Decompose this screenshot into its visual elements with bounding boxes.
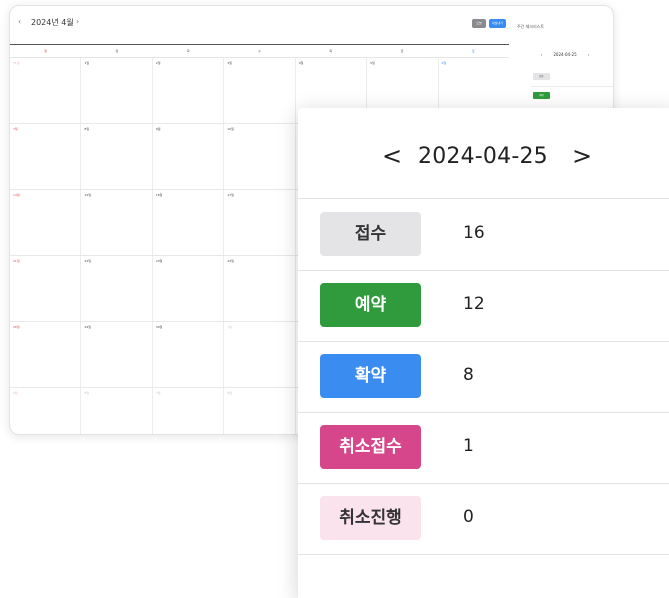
calendar-day-cell[interactable]: 9일 [153,124,225,189]
weekday-sat: 토 [471,49,475,53]
today-button[interactable]: 오늘 [472,19,486,28]
current-date: 2024-04-25 [418,144,548,169]
export-button[interactable]: 내보내기 [489,19,506,28]
status-row: 취소접수 1 [298,412,669,484]
status-badge[interactable]: 예약 [320,283,421,327]
status-badge[interactable]: 확약 [320,354,421,398]
calendar-day-cell[interactable]: 1일 [224,322,296,387]
weekday-header: 일 월 화 수 목 금 토 [10,44,509,58]
mini-chip-received: 접수 [533,73,550,80]
mini-date: 2024-04-25 [553,52,577,57]
weekday-sun: 일 [44,49,48,53]
calendar-day-cell[interactable]: 15일 [81,190,153,255]
calendar-day-cell[interactable]: 3일 [224,58,296,123]
calendar-day-cell[interactable]: 2일 [153,58,225,123]
calendar-day-cell[interactable]: 16일 [153,190,225,255]
calendar-day-cell[interactable]: 24일 [224,256,296,321]
calendar-day-cell[interactable]: 14일 [10,190,82,255]
calendar-day-cell[interactable]: 5일 [10,388,82,434]
mini-prev-icon[interactable]: ‹ [540,52,542,57]
calendar-day-cell[interactable]: 30일 [153,322,225,387]
prev-month-icon[interactable]: ‹ [18,17,21,26]
status-summary-panel: < 2024-04-25 > 접수 16 예약 12 확약 8 취소접수 1 취소진행 0 [298,108,669,598]
calendar-header: ‹ 2024년 4월 › 오늘 내보내기 주간 체크리스트 [10,6,613,38]
calendar-day-cell[interactable]: 1일 [81,58,153,123]
calendar-day-cell[interactable]: 6일 [81,388,153,434]
mini-divider [531,86,613,87]
side-panel-title: 주간 체크리스트 [517,24,545,29]
status-badge[interactable]: 취소접수 [320,425,421,469]
weekday-tue: 화 [186,49,190,53]
mini-chip-reserved: 예약 [533,92,550,99]
status-row: 예약 12 [298,270,669,342]
month-label: 2024년 4월 [31,18,74,27]
calendar-day-cell[interactable]: 8일 [224,388,296,434]
status-count: 0 [463,507,474,527]
mini-date-nav: ‹ 2024-04-25 › [518,52,612,57]
date-navigator: < 2024-04-25 > [298,108,669,199]
calendar-day-cell[interactable]: 22일 [81,256,153,321]
status-count: 16 [463,223,485,243]
calendar-day-cell[interactable]: 31일 [10,58,82,123]
calendar-day-cell[interactable]: 21일 [10,256,82,321]
calendar-day-cell[interactable]: 17일 [224,190,296,255]
status-badge[interactable]: 취소진행 [320,496,421,540]
weekday-mon: 월 [115,49,119,53]
status-row: 접수 16 [298,199,669,271]
prev-date-icon[interactable]: < [382,142,402,170]
status-count: 12 [463,294,485,314]
status-count: 8 [463,365,474,385]
calendar-day-cell[interactable]: 28일 [10,322,82,387]
weekday-thu: 목 [329,49,333,53]
next-month-icon[interactable]: › [76,17,79,26]
calendar-day-cell[interactable]: 7일 [10,124,82,189]
weekday-wed: 수 [258,49,261,53]
status-row: 취소진행 0 [298,483,669,555]
mini-next-icon[interactable]: › [588,52,590,57]
calendar-day-cell[interactable]: 23일 [153,256,225,321]
status-row: 확약 8 [298,341,669,413]
calendar-day-cell[interactable]: 7일 [153,388,225,434]
next-date-icon[interactable]: > [572,142,592,170]
status-count: 1 [463,436,474,456]
calendar-day-cell[interactable]: 8일 [81,124,153,189]
status-badge[interactable]: 접수 [320,212,421,256]
calendar-day-cell[interactable]: 29일 [81,322,153,387]
calendar-day-cell[interactable]: 10일 [224,124,296,189]
weekday-fri: 금 [400,49,404,53]
